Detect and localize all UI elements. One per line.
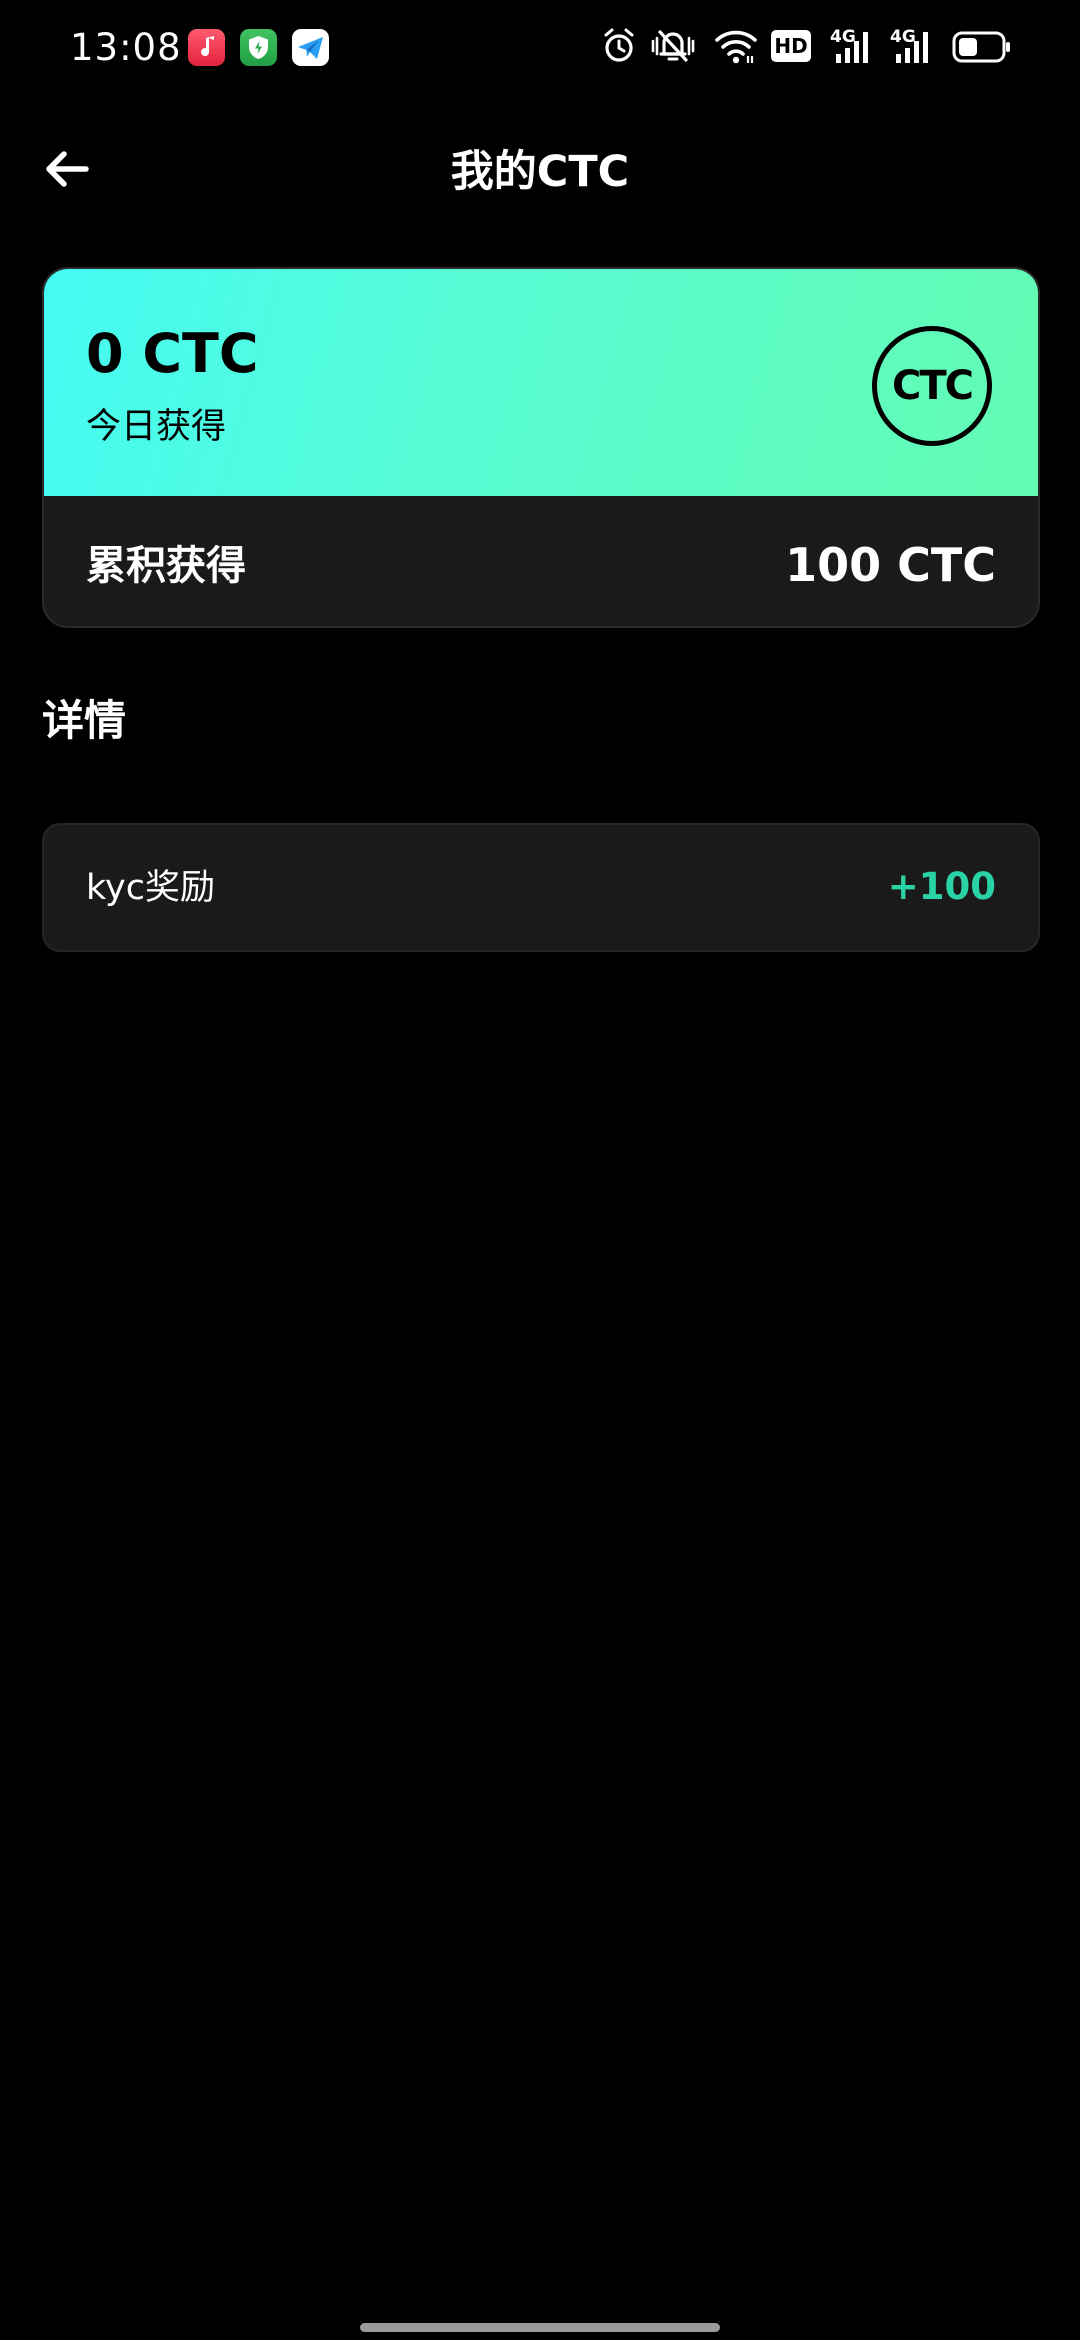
hd-icon: HD xyxy=(771,30,811,62)
details-title: 详情 xyxy=(42,696,127,745)
battery-icon xyxy=(952,30,1012,68)
page-title: 我的CTC xyxy=(450,147,630,197)
status-bar: 13:08 HD 4G 4G xyxy=(0,0,1080,96)
security-app-icon xyxy=(240,29,277,66)
list-item[interactable]: kyc奖励 +100 xyxy=(42,823,1040,952)
home-indicator[interactable] xyxy=(360,2323,720,2332)
today-earnings-panel: 0 CTC 今日获得 CTC xyxy=(44,269,1038,496)
total-label: 累积获得 xyxy=(86,543,246,589)
today-label: 今日获得 xyxy=(86,407,227,447)
ctc-logo-text: CTC xyxy=(892,363,974,409)
summary-card: 0 CTC 今日获得 CTC 累积获得 100 CTC xyxy=(42,267,1040,628)
status-time: 13:08 xyxy=(70,26,182,69)
hd-label: HD xyxy=(774,34,808,58)
ctc-logo-icon: CTC xyxy=(872,326,992,446)
today-amount: 0 CTC xyxy=(86,322,259,385)
detail-label: kyc奖励 xyxy=(86,868,215,908)
total-earnings-panel: 累积获得 100 CTC xyxy=(44,496,1038,626)
telegram-app-icon xyxy=(292,29,329,66)
music-app-icon xyxy=(188,29,225,66)
alarm-icon xyxy=(602,26,636,70)
wifi-icon xyxy=(714,26,758,70)
bell-off-icon xyxy=(648,26,698,70)
detail-value: +100 xyxy=(887,865,996,908)
total-amount: 100 CTC xyxy=(785,538,996,592)
